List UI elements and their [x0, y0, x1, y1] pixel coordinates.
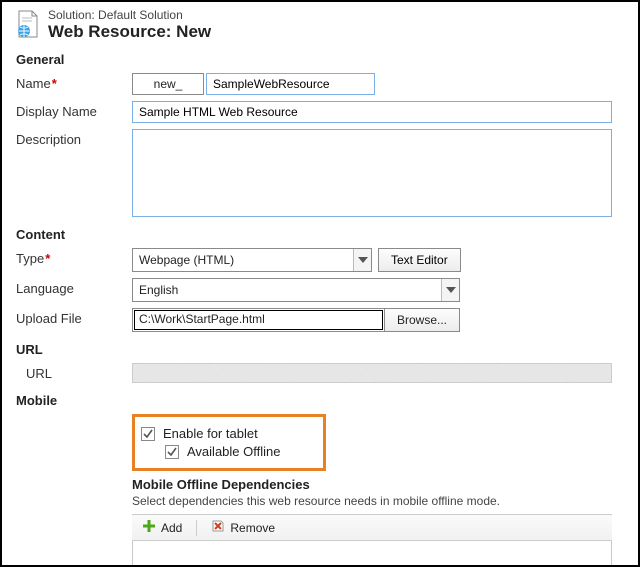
plus-icon [142, 519, 156, 536]
url-readonly-field [132, 363, 612, 383]
label-description: Description [16, 129, 132, 147]
mobile-offline-deps-desc: Select dependencies this web resource ne… [132, 494, 624, 508]
remove-icon [211, 519, 225, 536]
mobile-highlight: Enable for tablet Available Offline [132, 414, 326, 471]
available-offline-row: Available Offline [165, 444, 313, 459]
header: Solution: Default Solution Web Resource:… [16, 8, 624, 42]
section-url: URL [16, 342, 624, 357]
solution-name: Default Solution [98, 8, 183, 22]
deps-list[interactable] [132, 541, 612, 567]
remove-button[interactable]: Remove [205, 518, 281, 537]
row-language: Language English [16, 278, 624, 302]
upload-file-field: C:\Work\StartPage.html Browse... [132, 308, 460, 332]
label-url: URL [16, 363, 132, 381]
window-frame: Solution: Default Solution Web Resource:… [0, 0, 640, 567]
section-content: Content [16, 227, 624, 242]
label-display-name: Display Name [16, 101, 132, 119]
language-select[interactable]: English [132, 278, 460, 302]
row-display-name: Display Name [16, 101, 624, 123]
mobile-offline-deps-title: Mobile Offline Dependencies [132, 477, 624, 492]
label-name: Name* [16, 73, 132, 91]
type-select[interactable]: Webpage (HTML) [132, 248, 372, 272]
row-description: Description [16, 129, 624, 217]
upload-file-path[interactable]: C:\Work\StartPage.html [134, 310, 383, 330]
available-offline-label: Available Offline [187, 444, 280, 459]
chevron-down-icon [441, 279, 459, 301]
enable-for-tablet-row: Enable for tablet [141, 426, 313, 441]
display-name-input[interactable] [132, 101, 612, 123]
solution-breadcrumb: Solution: Default Solution [48, 8, 211, 22]
section-general: General [16, 52, 624, 67]
available-offline-checkbox[interactable] [165, 445, 179, 459]
add-button[interactable]: Add [136, 518, 188, 537]
text-editor-button[interactable]: Text Editor [378, 248, 461, 272]
row-type: Type* Webpage (HTML) Text Editor [16, 248, 624, 272]
web-resource-icon [16, 10, 40, 38]
row-url: URL [16, 363, 624, 383]
section-mobile: Mobile [16, 393, 624, 408]
toolbar-separator [196, 520, 197, 536]
label-type: Type* [16, 248, 132, 266]
solution-label: Solution: [48, 8, 95, 22]
row-upload-file: Upload File C:\Work\StartPage.html Brows… [16, 308, 624, 332]
chevron-down-icon [353, 249, 371, 271]
enable-for-tablet-label: Enable for tablet [163, 426, 258, 441]
description-input[interactable] [132, 129, 612, 217]
name-input[interactable] [206, 73, 375, 95]
row-name: Name* new_ [16, 73, 624, 95]
label-language: Language [16, 278, 132, 296]
name-prefix: new_ [132, 73, 204, 95]
deps-toolbar: Add Remove [132, 514, 612, 541]
enable-for-tablet-checkbox[interactable] [141, 427, 155, 441]
label-upload-file: Upload File [16, 308, 132, 326]
page-title: Web Resource: New [48, 22, 211, 42]
browse-button[interactable]: Browse... [384, 309, 459, 331]
